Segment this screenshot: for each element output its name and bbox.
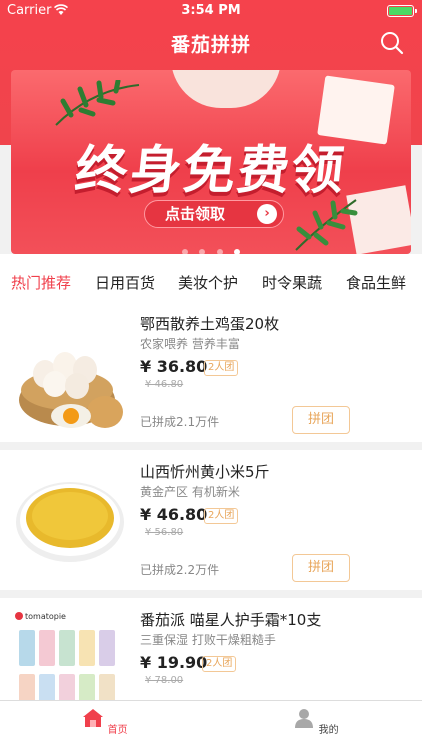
status-bar: Carrier 3:54 PM: [0, 0, 422, 22]
chevron-right-icon: ›: [257, 204, 277, 224]
product-subtitle: 黄金产区 有机新米: [140, 485, 240, 499]
claim-button[interactable]: 点击领取 ›: [144, 200, 284, 228]
product-title: 番茄派 喵星人护手霜*10支: [140, 611, 322, 629]
claim-button-label: 点击领取: [165, 205, 226, 223]
tab-fresh-food[interactable]: 食品生鲜: [346, 272, 406, 293]
tab-home[interactable]: 首页: [75, 707, 135, 736]
product-title: 山西忻州黄小米5斤: [140, 463, 270, 481]
product-price: ¥ 19.90: [140, 653, 208, 672]
tab-home-label: 首页: [107, 725, 128, 736]
home-icon: [83, 709, 104, 727]
user-icon: [295, 709, 314, 728]
product-subtitle: 农家喂养 营养丰富: [140, 337, 240, 351]
product-price: ¥ 46.80: [140, 505, 208, 524]
carousel-indicator[interactable]: [11, 240, 411, 254]
brand-logo: tomatopie: [25, 612, 66, 621]
leaf-icon: [55, 80, 140, 126]
tab-produce[interactable]: 时令果蔬: [262, 272, 322, 293]
original-price: ¥ 56.80: [145, 527, 184, 538]
join-group-button[interactable]: 拼团: [292, 406, 350, 434]
join-group-button[interactable]: 拼团: [292, 554, 350, 582]
product-price: ¥ 36.80: [140, 357, 208, 376]
search-icon[interactable]: [379, 30, 405, 56]
sold-count: 已拼成2.1万件: [140, 415, 220, 429]
sold-count: 已拼成2.2万件: [140, 563, 220, 577]
product-card[interactable]: 山西忻州黄小米5斤 黄金产区 有机新米 ¥ 46.80 2人团 ¥ 56.80 …: [0, 450, 422, 590]
group-badge: 2人团: [204, 360, 239, 376]
tab-me[interactable]: 我的: [286, 707, 346, 736]
group-badge: 2人团: [202, 656, 237, 672]
promo-banner[interactable]: 终身免费领 点击领取 ›: [11, 70, 411, 254]
page-title: 番茄拼拼: [170, 34, 251, 56]
tab-hot[interactable]: 热门推荐: [11, 272, 71, 293]
status-time: 3:54 PM: [181, 3, 241, 18]
product-subtitle: 三重保湿 打败干燥粗糙手: [140, 633, 276, 647]
millet-plate-image: [16, 482, 124, 562]
battery-icon: [387, 5, 417, 17]
egg-basket-image: [19, 352, 123, 428]
product-title: 鄂西散养土鸡蛋20枚: [140, 315, 280, 333]
tab-beauty[interactable]: 美妆个护: [178, 272, 238, 293]
product-card[interactable]: 鄂西散养土鸡蛋20枚 农家喂养 营养丰富 ¥ 36.80 2人团 ¥ 46.80…: [0, 302, 422, 442]
bottom-tab-bar: 首页 我的: [0, 700, 422, 750]
original-price: ¥ 46.80: [145, 379, 184, 390]
tab-me-label: 我的: [318, 725, 339, 736]
plate-decoration: [171, 70, 281, 108]
original-price: ¥ 78.00: [145, 675, 184, 686]
banner-headline: 终身免费领: [72, 141, 349, 201]
tab-daily-goods[interactable]: 日用百货: [95, 272, 155, 293]
group-badge: 2人团: [204, 508, 239, 524]
